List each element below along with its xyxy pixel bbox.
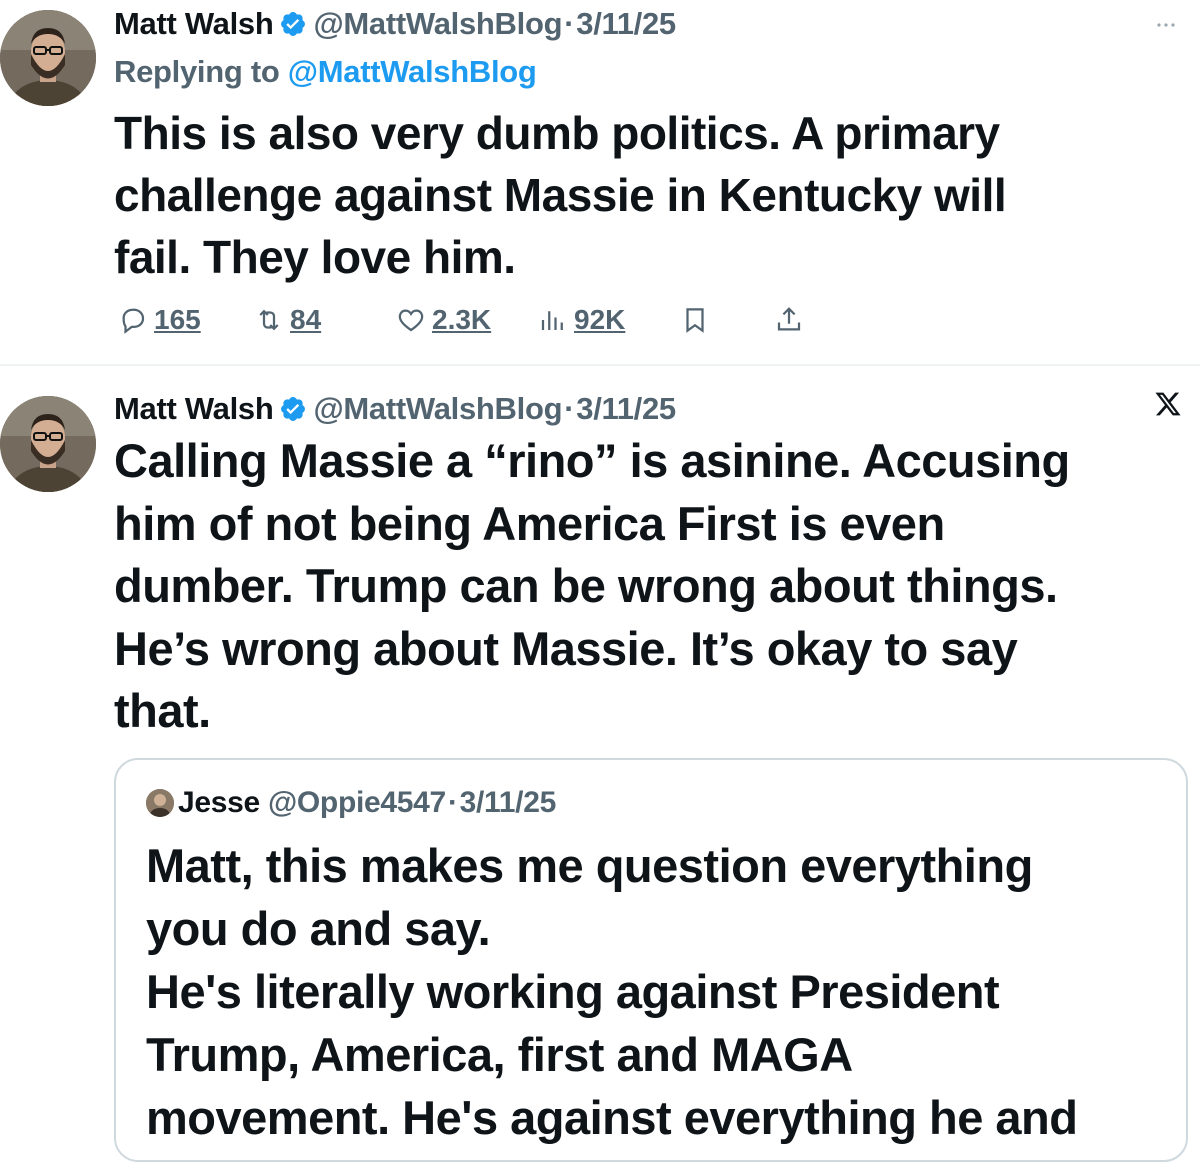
quoted-tweet-date[interactable]: 3/11/25 — [460, 786, 557, 820]
tweet-header: Matt Walsh @MattWalshBlog · 3/11/25 — [114, 391, 676, 427]
separator-dot: · — [447, 786, 458, 819]
author-name[interactable]: Matt Walsh — [114, 6, 274, 42]
tweet-text: This is also very dumb politics. A prima… — [114, 107, 1007, 283]
tweet-actions: 165 84 2.3K 92K — [114, 300, 834, 340]
quoted-tweet-text: Matt, this makes me question everything … — [146, 839, 1078, 1144]
author-name[interactable]: Matt Walsh — [114, 391, 274, 427]
like-icon — [398, 309, 424, 332]
avatar[interactable] — [0, 10, 96, 106]
tweet-date[interactable]: 3/11/25 — [576, 6, 676, 42]
quoted-tweet[interactable]: Jesse @Oppie4547 · 3/11/25 Matt, this ma… — [114, 758, 1188, 1162]
replying-to-mention[interactable]: @MattWalshBlog — [288, 54, 537, 89]
repost-button[interactable]: 84 — [254, 300, 321, 340]
quoted-author-name[interactable]: Jesse — [178, 786, 260, 820]
quoted-tweet-header: Jesse @Oppie4547 · 3/11/25 — [146, 786, 556, 820]
quoted-author-handle[interactable]: @Oppie4547 — [268, 786, 446, 820]
quoted-avatar — [146, 789, 174, 817]
share-button[interactable] — [774, 300, 804, 340]
views-button[interactable]: 92K — [538, 300, 625, 340]
tweet-reply[interactable]: Matt Walsh @MattWalshBlog · 3/11/25 Repl… — [0, 0, 1200, 364]
separator-dot: · — [564, 6, 575, 41]
replying-to: Replying to @MattWalshBlog — [114, 54, 537, 90]
views-icon — [541, 311, 563, 330]
replying-to-label: Replying to — [114, 54, 288, 89]
share-icon — [777, 307, 801, 331]
separator-dot: · — [564, 391, 575, 426]
views-count: 92K — [574, 304, 626, 335]
tweet-date[interactable]: 3/11/25 — [576, 391, 676, 427]
tweet-quote[interactable]: Matt Walsh @MattWalshBlog · 3/11/25 Call… — [0, 366, 1200, 1162]
avatar[interactable] — [0, 396, 96, 492]
tweet-text: Calling Massie a “rino” is asinine. Accu… — [114, 434, 1070, 737]
like-button[interactable]: 2.3K — [396, 300, 491, 340]
author-handle[interactable]: @MattWalshBlog — [313, 391, 562, 427]
reply-count: 165 — [154, 304, 201, 335]
bookmark-icon — [686, 308, 704, 333]
verified-badge-icon — [279, 10, 307, 38]
verified-badge-icon — [279, 395, 307, 423]
tweet-header: Matt Walsh @MattWalshBlog · 3/11/25 — [114, 6, 676, 42]
like-count: 2.3K — [432, 304, 492, 335]
repost-count: 84 — [290, 304, 322, 335]
more-icon[interactable] — [1156, 8, 1176, 34]
avatar-image — [0, 396, 96, 492]
avatar-image — [0, 10, 96, 106]
x-logo-icon — [1154, 390, 1186, 422]
reply-icon — [122, 308, 145, 334]
bookmark-button[interactable] — [680, 300, 710, 340]
reply-button[interactable]: 165 — [118, 300, 201, 340]
author-handle[interactable]: @MattWalshBlog — [313, 6, 562, 42]
repost-icon — [259, 309, 279, 331]
